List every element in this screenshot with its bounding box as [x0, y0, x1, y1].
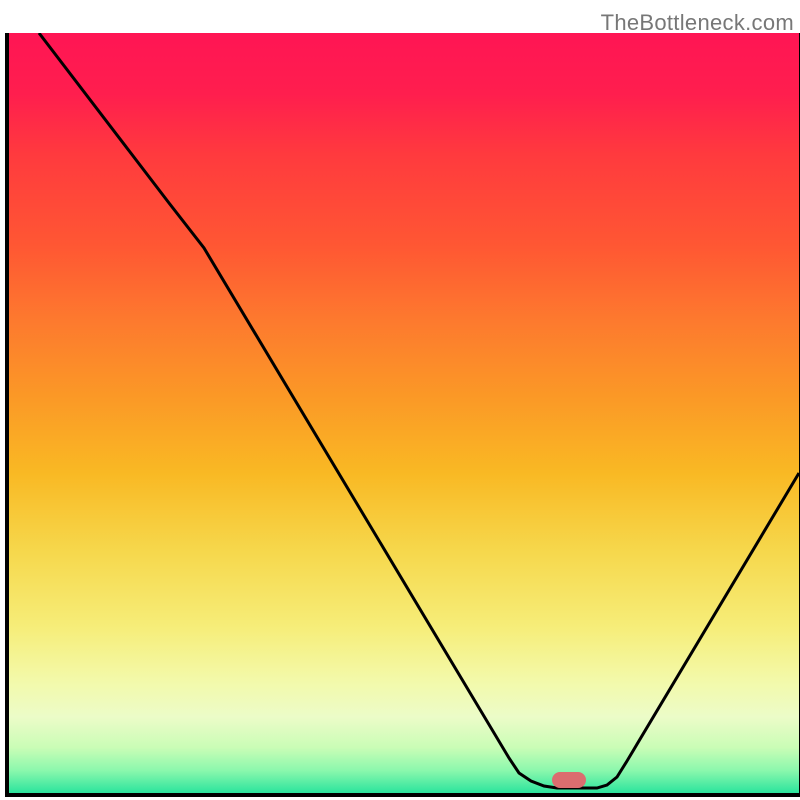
- chart-marker: [552, 772, 586, 788]
- chart-frame: [5, 33, 800, 797]
- watermark-text: TheBottleneck.com: [601, 10, 794, 36]
- gradient-background: [9, 33, 799, 793]
